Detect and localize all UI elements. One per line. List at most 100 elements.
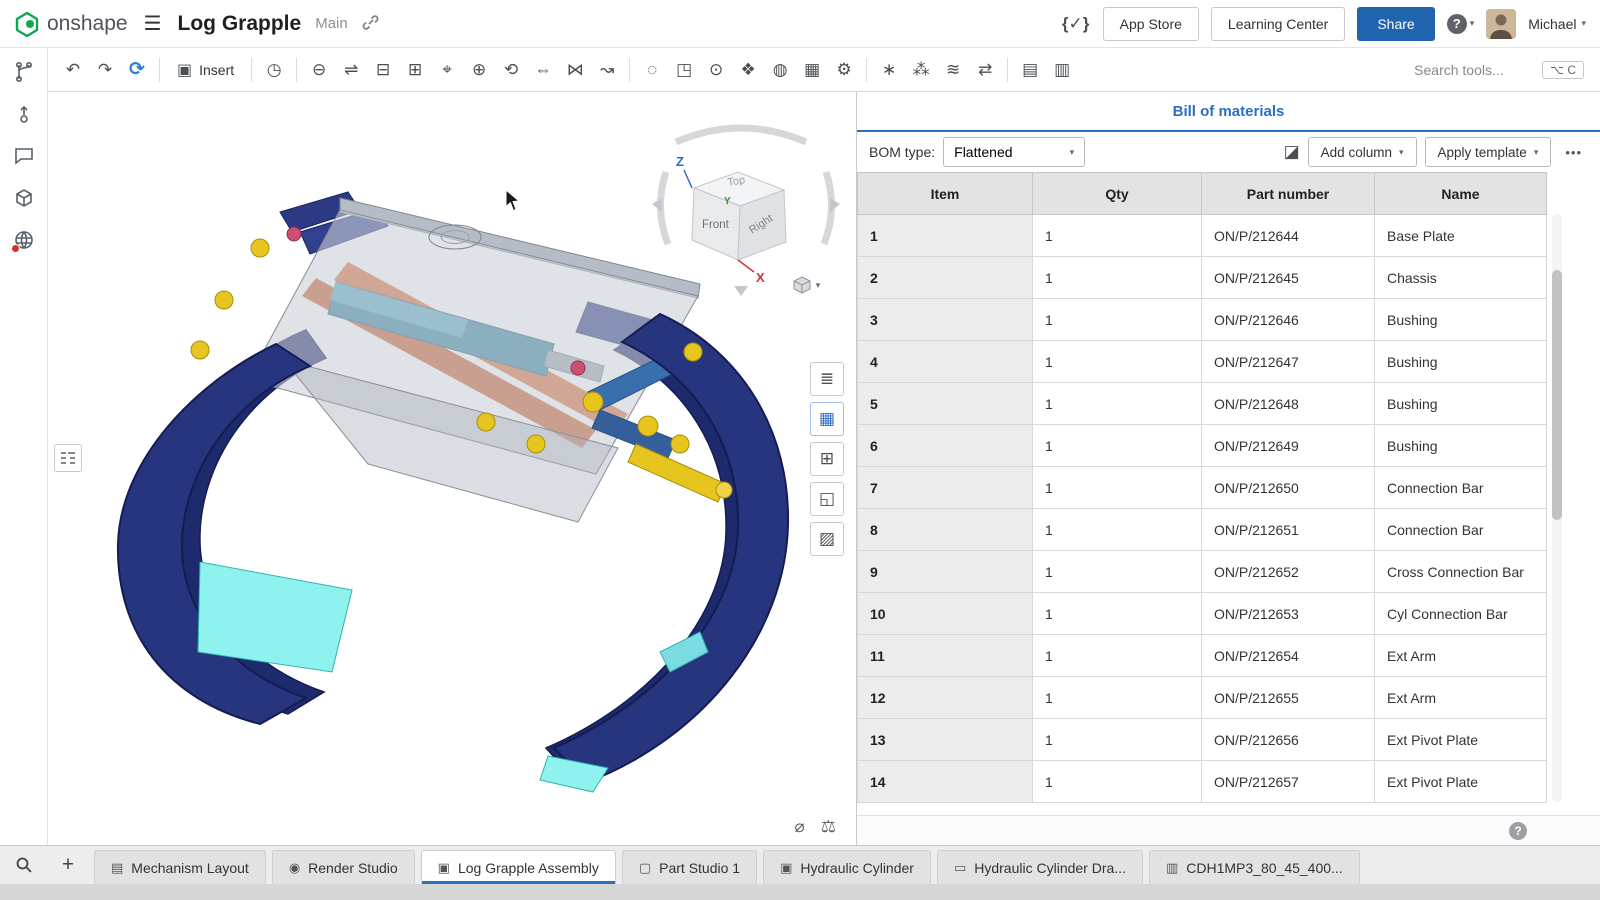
- bom-scrollbar-thumb[interactable]: [1552, 270, 1562, 520]
- learning-parts-icon[interactable]: [8, 182, 40, 214]
- apply-template-button[interactable]: Apply template ▾: [1425, 137, 1552, 167]
- tab-log-grapple-assembly[interactable]: ▣Log Grapple Assembly: [421, 850, 616, 884]
- select-parts-icon[interactable]: ◌: [637, 55, 667, 85]
- bom-scrollbar[interactable]: [1552, 214, 1562, 802]
- animate-mate-icon[interactable]: ↝: [592, 55, 622, 85]
- table-row[interactable]: 101ON/P/212653Cyl Connection Bar: [858, 593, 1547, 635]
- mate-connector-icon[interactable]: ⌖: [432, 55, 462, 85]
- slider-mate-icon[interactable]: ⊟: [368, 55, 398, 85]
- bom-column-header[interactable]: Part number: [1202, 173, 1375, 215]
- assembly-tree-toggle[interactable]: [54, 444, 82, 472]
- bom-column-header[interactable]: Name: [1375, 173, 1547, 215]
- planar-mate-icon[interactable]: ⊞: [400, 55, 430, 85]
- bom-type-dropdown[interactable]: Flattened ▾: [943, 137, 1085, 167]
- bom-reference-icon[interactable]: ◪: [1284, 142, 1300, 162]
- pattern-icon[interactable]: ▦: [797, 55, 827, 85]
- comments-icon[interactable]: [8, 140, 40, 172]
- swap-instances-icon[interactable]: ⇄: [970, 55, 1000, 85]
- table-row[interactable]: 121ON/P/212655Ext Arm: [858, 677, 1547, 719]
- versions-history-icon[interactable]: [8, 56, 40, 88]
- mirror-instance-icon[interactable]: ⋈: [560, 55, 590, 85]
- add-column-label: Add column: [1321, 145, 1392, 160]
- revolute-mate-icon[interactable]: ⇌: [336, 55, 366, 85]
- section-view-button[interactable]: ◱: [810, 482, 844, 516]
- measure-icon[interactable]: ⌀: [795, 817, 805, 837]
- materials-library-icon[interactable]: [8, 224, 40, 256]
- mate-connector-sidebar-icon[interactable]: [8, 98, 40, 130]
- edit-in-context-icon[interactable]: ◳: [669, 55, 699, 85]
- user-menu-button[interactable]: Michael ▾: [1528, 16, 1586, 32]
- add-tab-button[interactable]: +: [48, 846, 88, 884]
- table-row[interactable]: 61ON/P/212649Bushing: [858, 425, 1547, 467]
- bom-cell-item: 7: [858, 467, 1033, 509]
- undo-button[interactable]: ↶: [58, 55, 88, 85]
- share-link-icon[interactable]: [362, 14, 379, 34]
- learning-center-button[interactable]: Learning Center: [1211, 7, 1345, 41]
- tab-mechanism-layout[interactable]: ▤Mechanism Layout: [94, 850, 266, 884]
- mass-properties-corner-icon[interactable]: ⚖: [821, 817, 836, 837]
- bom-help-icon[interactable]: ?: [1509, 822, 1527, 840]
- bom-cell-qty: 1: [1033, 593, 1202, 635]
- tab-hydraulic-cylinder-dra[interactable]: ▭Hydraulic Cylinder Dra...: [937, 850, 1143, 884]
- tab-cdh1mp3-80-45-400[interactable]: ▥CDH1MP3_80_45_400...: [1149, 850, 1360, 884]
- rotate-instance-icon[interactable]: ⟲: [496, 55, 526, 85]
- tab-hydraulic-cylinder[interactable]: ▣Hydraulic Cylinder: [763, 850, 931, 884]
- table-row[interactable]: 141ON/P/212657Ext Pivot Plate: [858, 761, 1547, 803]
- main-menu-icon[interactable]: ☰: [142, 11, 164, 36]
- instance-copies-button[interactable]: ⊞: [810, 442, 844, 476]
- drawing-sheet-icon[interactable]: ▤: [1015, 55, 1045, 85]
- onshape-logo[interactable]: onshape: [14, 11, 128, 37]
- redo-button[interactable]: ↷: [90, 55, 120, 85]
- insert-part-icon[interactable]: ⊙: [701, 55, 731, 85]
- bom-column-header[interactable]: Item: [858, 173, 1033, 215]
- custom-tables-button[interactable]: ▨: [810, 522, 844, 556]
- table-row[interactable]: 131ON/P/212656Ext Pivot Plate: [858, 719, 1547, 761]
- bom-cell-name: Ext Arm: [1375, 677, 1547, 719]
- table-row[interactable]: 91ON/P/212652Cross Connection Bar: [858, 551, 1547, 593]
- tab-search-icon[interactable]: [0, 846, 48, 884]
- bom-column-header[interactable]: Qty: [1033, 173, 1202, 215]
- tab-icon: ▣: [780, 860, 792, 876]
- custom-feature-icon[interactable]: ⁂: [906, 55, 936, 85]
- tab-icon: ▭: [954, 860, 966, 876]
- tab-part-studio-1[interactable]: ▢Part Studio 1: [622, 850, 757, 884]
- occurrence-list-button[interactable]: ≣: [810, 362, 844, 396]
- app-store-button[interactable]: App Store: [1103, 7, 1199, 41]
- table-row[interactable]: 111ON/P/212654Ext Arm: [858, 635, 1547, 677]
- view-cube-front-label[interactable]: Front: [702, 219, 730, 231]
- table-row[interactable]: 41ON/P/212647Bushing: [858, 341, 1547, 383]
- viewport[interactable]: Top Front Right Z X Y ▾ ≣▦⊞◱▨ ⌀⚖: [48, 92, 856, 845]
- workspace-name[interactable]: Main: [315, 15, 348, 32]
- table-row[interactable]: 71ON/P/212650Connection Bar: [858, 467, 1547, 509]
- gears-icon[interactable]: ∗: [874, 55, 904, 85]
- bom-tool-icon[interactable]: ▥: [1047, 55, 1077, 85]
- table-row[interactable]: 81ON/P/212651Connection Bar: [858, 509, 1547, 551]
- table-row[interactable]: 31ON/P/212646Bushing: [858, 299, 1547, 341]
- add-column-button[interactable]: Add column ▾: [1308, 137, 1417, 167]
- tab-label: Log Grapple Assembly: [458, 860, 599, 876]
- tab-render-studio[interactable]: ◉Render Studio: [272, 850, 415, 884]
- bom-table-button[interactable]: ▦: [810, 402, 844, 436]
- replicate-icon[interactable]: ❖: [733, 55, 763, 85]
- translate-instance-icon[interactable]: ⇔: [528, 55, 558, 85]
- bom-cell-qty: 1: [1033, 425, 1202, 467]
- update-button[interactable]: ⟳: [122, 55, 152, 85]
- appearance-icon[interactable]: ⚙: [829, 55, 859, 85]
- tab-label: CDH1MP3_80_45_400...: [1186, 860, 1342, 876]
- fastened-mate-icon[interactable]: ⊖: [304, 55, 334, 85]
- spring-icon[interactable]: ≋: [938, 55, 968, 85]
- table-row[interactable]: 11ON/P/212644Base Plate: [858, 215, 1547, 257]
- mass-properties-icon[interactable]: ◷: [259, 55, 289, 85]
- share-button[interactable]: Share: [1357, 7, 1434, 41]
- featurescript-icon[interactable]: {✓}: [1061, 9, 1091, 39]
- insert-button[interactable]: ▣ Insert: [167, 54, 244, 86]
- search-tools-input[interactable]: [1414, 62, 1534, 78]
- avatar[interactable]: [1486, 9, 1516, 39]
- table-row[interactable]: 21ON/P/212645Chassis: [858, 257, 1547, 299]
- explode-view-icon[interactable]: ◍: [765, 55, 795, 85]
- help-menu-button[interactable]: ? ▾: [1447, 14, 1475, 34]
- more-options-icon[interactable]: •••: [1559, 145, 1588, 160]
- ball-mate-icon[interactable]: ⊕: [464, 55, 494, 85]
- table-row[interactable]: 51ON/P/212648Bushing: [858, 383, 1547, 425]
- view-options-button[interactable]: ▾: [780, 270, 832, 300]
